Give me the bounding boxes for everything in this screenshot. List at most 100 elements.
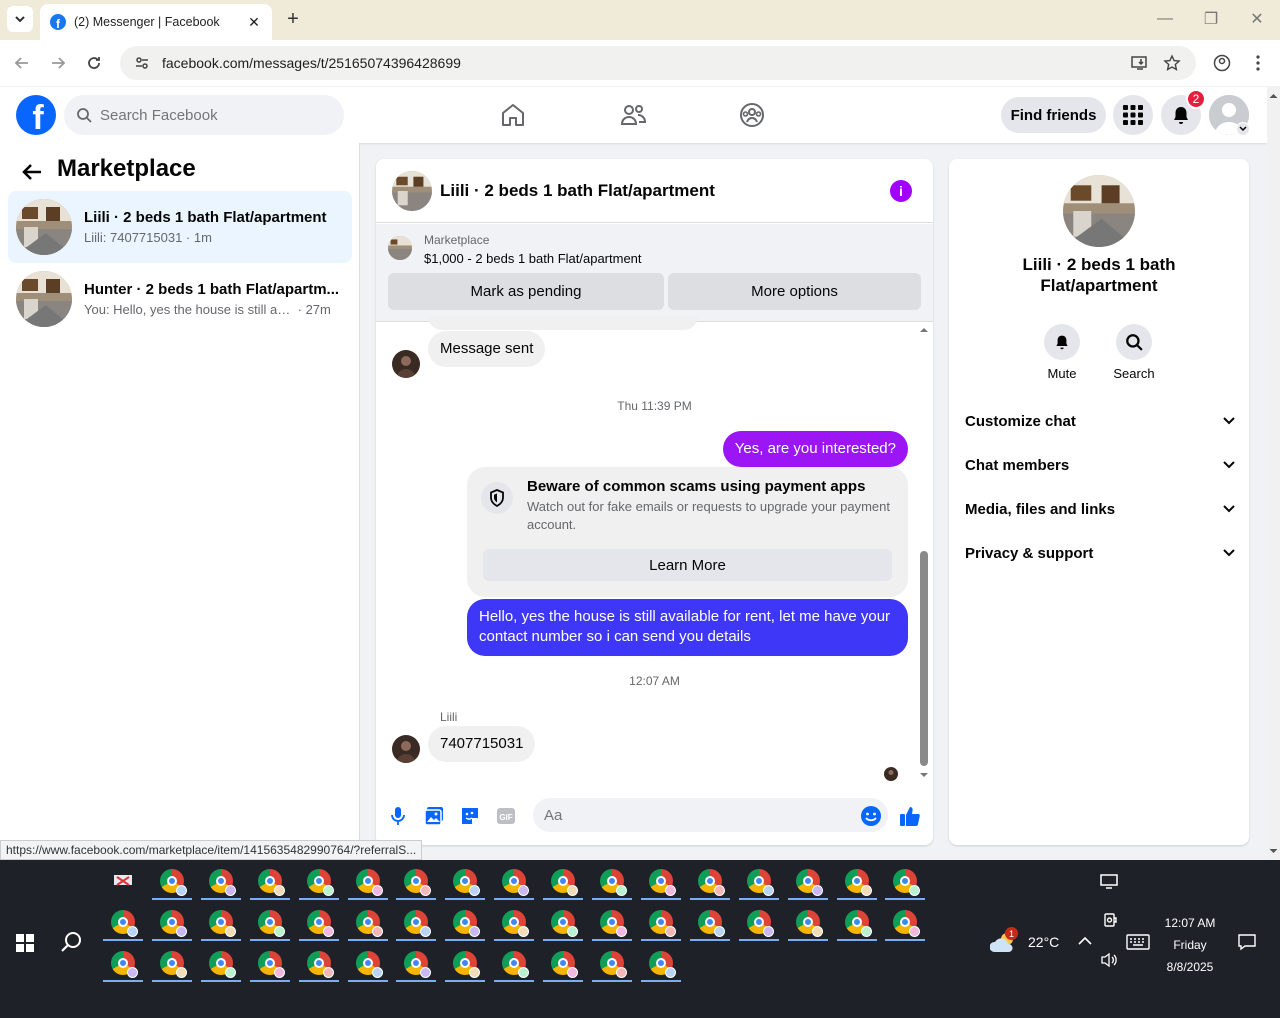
bookmark-star-icon[interactable] bbox=[1160, 51, 1184, 75]
back-icon[interactable] bbox=[10, 51, 34, 75]
taskbar-chrome-icon[interactable] bbox=[200, 864, 241, 900]
learn-more-button[interactable]: Learn More bbox=[483, 549, 892, 581]
media-files-links-section[interactable]: Media, files and links bbox=[965, 498, 1235, 520]
conversation-item[interactable]: Hunter · 2 beds 1 bath Flat/apartm... Yo… bbox=[8, 263, 352, 335]
taskbar-chrome-icon[interactable] bbox=[494, 905, 535, 941]
taskbar-chrome-icon[interactable] bbox=[738, 864, 779, 900]
new-tab-button[interactable]: + bbox=[282, 8, 304, 30]
taskbar-chrome-icon[interactable] bbox=[347, 946, 388, 982]
close-window-icon[interactable]: ✕ bbox=[1242, 8, 1272, 30]
taskbar-chrome-icon[interactable] bbox=[640, 864, 681, 900]
taskbar-chrome-icon[interactable] bbox=[347, 864, 388, 900]
page-scrollbar[interactable] bbox=[1267, 87, 1280, 860]
taskbar-chrome-icon[interactable] bbox=[151, 946, 192, 982]
menu-grid-icon[interactable] bbox=[1113, 95, 1153, 135]
taskbar-chrome-icon[interactable] bbox=[200, 905, 241, 941]
browser-tab[interactable]: f (2) Messenger | Facebook ✕ bbox=[40, 4, 272, 40]
address-bar[interactable]: facebook.com/messages/t/2516507439642869… bbox=[120, 46, 1196, 80]
message-composer[interactable] bbox=[533, 798, 888, 832]
taskbar-chrome-icon[interactable] bbox=[151, 905, 192, 941]
taskbar-chrome-icon[interactable] bbox=[592, 946, 632, 982]
chat-members-section[interactable]: Chat members bbox=[965, 454, 1235, 476]
taskbar-chrome-icon[interactable] bbox=[787, 864, 828, 900]
chat-scrollbar[interactable] bbox=[918, 323, 930, 783]
facebook-logo-icon[interactable]: f bbox=[16, 95, 56, 135]
taskbar-chrome-icon[interactable] bbox=[249, 946, 290, 982]
tray-overflow-chevron-icon[interactable] bbox=[1078, 936, 1092, 946]
sender-avatar[interactable] bbox=[392, 735, 420, 763]
thumbs-up-icon[interactable] bbox=[898, 804, 922, 828]
camera-icon[interactable] bbox=[1102, 912, 1118, 928]
taskbar-chrome-icon[interactable] bbox=[298, 946, 339, 982]
taskbar-chrome-icon[interactable] bbox=[885, 905, 926, 941]
facebook-search[interactable] bbox=[64, 95, 344, 135]
taskbar-chrome-icon[interactable] bbox=[640, 946, 681, 982]
chat-title[interactable]: Liili · 2 beds 1 bath Flat/apartment bbox=[440, 181, 715, 201]
taskbar-chrome-icon[interactable] bbox=[885, 864, 926, 900]
taskbar-chrome-icon[interactable] bbox=[396, 864, 437, 900]
more-options-button[interactable]: More options bbox=[668, 273, 921, 310]
taskbar-clock[interactable]: 12:07 AM Friday 8/8/2025 bbox=[1150, 912, 1230, 978]
taskbar-chrome-icon[interactable] bbox=[543, 905, 584, 941]
home-icon[interactable] bbox=[498, 100, 528, 130]
taskbar-chrome-icon[interactable] bbox=[249, 864, 290, 900]
conversation-item[interactable]: Liili · 2 beds 1 bath Flat/apartment Lii… bbox=[8, 191, 352, 263]
taskbar-chrome-icon[interactable] bbox=[689, 864, 730, 900]
mark-as-pending-button[interactable]: Mark as pending bbox=[388, 273, 664, 310]
privacy-support-section[interactable]: Privacy & support bbox=[965, 542, 1235, 564]
taskbar-chrome-icon[interactable] bbox=[396, 946, 437, 982]
windows-start-icon[interactable] bbox=[16, 934, 34, 952]
taskbar-chrome-icon[interactable] bbox=[787, 905, 828, 941]
search-conversation-button[interactable]: Search bbox=[1104, 324, 1164, 381]
account-chevron-icon[interactable] bbox=[1236, 122, 1250, 136]
display-icon[interactable] bbox=[1100, 873, 1118, 889]
friends-icon[interactable] bbox=[618, 100, 648, 130]
taskbar-app-snip-icon[interactable] bbox=[103, 864, 143, 900]
taskbar-chrome-icon[interactable] bbox=[103, 946, 143, 982]
chat-avatar[interactable] bbox=[392, 171, 432, 211]
taskbar-chrome-icon[interactable] bbox=[836, 905, 877, 941]
close-tab-icon[interactable]: ✕ bbox=[246, 14, 262, 31]
profile-icon[interactable] bbox=[1210, 51, 1234, 75]
emoji-icon[interactable] bbox=[859, 804, 883, 828]
taskbar-chrome-icon[interactable] bbox=[445, 905, 486, 941]
taskbar-chrome-icon[interactable] bbox=[298, 864, 339, 900]
taskbar-chrome-icon[interactable] bbox=[592, 905, 632, 941]
taskbar-chrome-icon[interactable] bbox=[543, 946, 584, 982]
taskbar-chrome-icon[interactable] bbox=[298, 905, 339, 941]
taskbar-chrome-icon[interactable] bbox=[347, 905, 388, 941]
taskbar-chrome-icon[interactable] bbox=[738, 905, 779, 941]
taskbar-chrome-icon[interactable] bbox=[592, 864, 632, 900]
taskbar-chrome-icon[interactable] bbox=[494, 864, 535, 900]
taskbar-chrome-icon[interactable] bbox=[689, 905, 730, 941]
forward-icon[interactable] bbox=[46, 51, 70, 75]
taskbar-chrome-icon[interactable] bbox=[151, 864, 192, 900]
taskbar-chrome-icon[interactable] bbox=[543, 864, 584, 900]
info-icon[interactable]: i bbox=[890, 180, 912, 202]
taskbar-chrome-icon[interactable] bbox=[640, 905, 681, 941]
taskbar-search-icon[interactable] bbox=[60, 930, 84, 954]
restore-icon[interactable]: ❐ bbox=[1196, 8, 1226, 30]
groups-icon[interactable] bbox=[737, 100, 767, 130]
notifications-center-icon[interactable] bbox=[1238, 933, 1256, 951]
install-app-icon[interactable] bbox=[1128, 51, 1152, 75]
back-arrow-icon[interactable] bbox=[20, 160, 44, 184]
taskbar-chrome-icon[interactable] bbox=[836, 864, 877, 900]
listing-price[interactable]: $1,000 - 2 beds 1 bath Flat/apartment bbox=[424, 251, 642, 266]
find-friends-button[interactable]: Find friends bbox=[1001, 97, 1106, 133]
taskbar-chrome-icon[interactable] bbox=[200, 946, 241, 982]
tab-search-button[interactable] bbox=[7, 6, 33, 32]
reload-icon[interactable] bbox=[82, 51, 106, 75]
sender-avatar[interactable] bbox=[392, 350, 420, 378]
mute-button[interactable]: Mute bbox=[1032, 324, 1092, 381]
taskbar-chrome-icon[interactable] bbox=[494, 946, 535, 982]
volume-icon[interactable] bbox=[1100, 952, 1118, 968]
minimize-icon[interactable]: — bbox=[1150, 8, 1180, 30]
site-info-icon[interactable] bbox=[134, 55, 150, 71]
customize-chat-section[interactable]: Customize chat bbox=[965, 410, 1235, 432]
gif-icon[interactable]: GIF bbox=[494, 804, 518, 828]
taskbar-chrome-icon[interactable] bbox=[396, 905, 437, 941]
keyboard-icon[interactable] bbox=[1126, 934, 1150, 950]
photo-icon[interactable] bbox=[422, 804, 446, 828]
taskbar-chrome-icon[interactable] bbox=[445, 946, 486, 982]
